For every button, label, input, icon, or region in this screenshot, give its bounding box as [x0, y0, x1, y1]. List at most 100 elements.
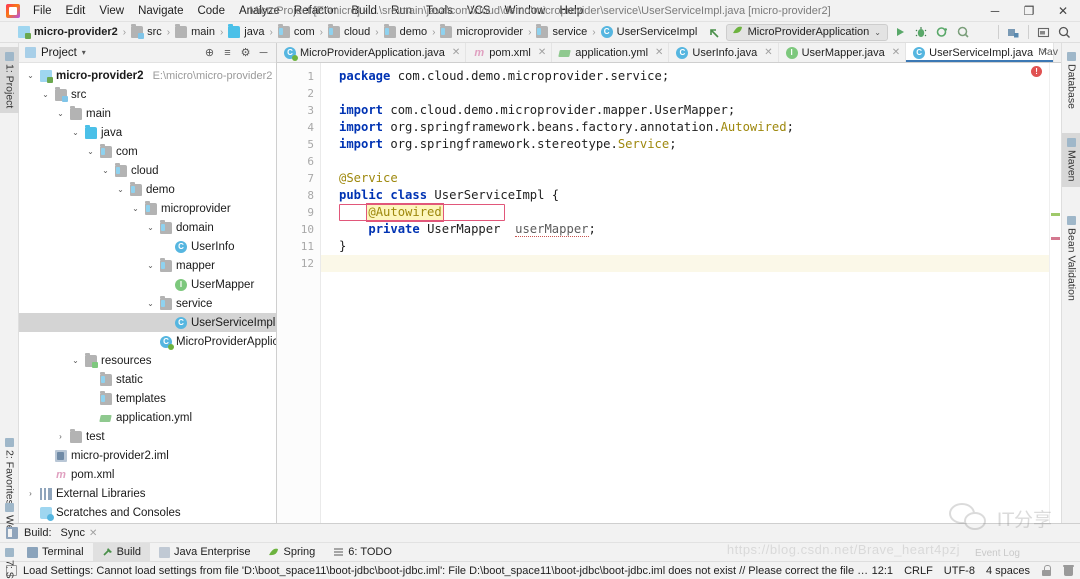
- tree-node-userinfo[interactable]: C UserInfo: [19, 237, 276, 256]
- search-everywhere-button[interactable]: [1055, 23, 1074, 42]
- tree-node-main[interactable]: ⌄ main: [19, 104, 276, 123]
- editor-tab-pom-xml[interactable]: m pom.xml ✕: [466, 43, 553, 62]
- tree-expand-arrow-icon[interactable]: ⌄: [115, 185, 126, 194]
- tool-window-tab-spring[interactable]: Spring: [259, 543, 324, 561]
- error-badge[interactable]: !: [1031, 66, 1042, 77]
- editor-tab-application-yml[interactable]: application.yml ✕: [552, 43, 670, 62]
- tree-expand-arrow-icon[interactable]: ⌄: [70, 356, 81, 365]
- breadcrumb-item-main[interactable]: main: [171, 24, 219, 38]
- tree-expand-arrow-icon[interactable]: ⌄: [145, 299, 156, 308]
- editor-tab-userserviceimpl-java[interactable]: C UserServiceImpl.java ✕: [906, 43, 1055, 62]
- run-button[interactable]: [890, 23, 909, 42]
- tool-window-tab-java-enterprise[interactable]: Java Enterprise: [150, 543, 259, 561]
- menu-item-code[interactable]: Code: [190, 2, 232, 20]
- menu-item-run[interactable]: Run: [384, 2, 419, 20]
- menu-item-help[interactable]: Help: [552, 2, 590, 20]
- tool-window-tab-build[interactable]: Build: [92, 543, 151, 561]
- minimize-button[interactable]: ─: [978, 0, 1012, 22]
- locate-icon[interactable]: ⊕: [201, 44, 218, 61]
- right-tool-tab-database[interactable]: Database: [1062, 47, 1080, 114]
- indent-setting[interactable]: 4 spaces: [986, 565, 1030, 577]
- settings-button[interactable]: [1034, 23, 1053, 42]
- close-icon[interactable]: ✕: [764, 47, 772, 58]
- tree-node-java[interactable]: ⌄ java: [19, 123, 276, 142]
- tree-expand-arrow-icon[interactable]: ⌄: [70, 128, 81, 137]
- back-arrow-icon[interactable]: [705, 23, 724, 42]
- debug-button[interactable]: [911, 23, 930, 42]
- project-panel-title-group[interactable]: Project ▾: [25, 47, 86, 59]
- right-tool-tab-maven[interactable]: Maven: [1062, 133, 1080, 187]
- menu-item-view[interactable]: View: [92, 2, 131, 20]
- tree-node-application-yml[interactable]: application.yml: [19, 408, 276, 427]
- tree-node-microproviderapplication[interactable]: CMicroProviderApplication: [19, 332, 276, 351]
- tree-expand-arrow-icon[interactable]: ⌄: [55, 109, 66, 118]
- tree-expand-arrow-icon[interactable]: ⌄: [145, 261, 156, 270]
- tree-expand-arrow-icon[interactable]: ⌄: [100, 166, 111, 175]
- tree-node-userserviceimpl[interactable]: C UserServiceImpl: [19, 313, 276, 332]
- settings-gear-icon[interactable]: ⚙: [237, 44, 254, 61]
- tree-node-resources[interactable]: ⌄ resources: [19, 351, 276, 370]
- tree-expand-arrow-icon[interactable]: ›: [25, 489, 36, 498]
- breadcrumb-item-demo[interactable]: demo: [380, 24, 432, 38]
- collapse-all-icon[interactable]: ≡: [219, 44, 236, 61]
- line-separator[interactable]: CRLF: [904, 565, 933, 577]
- menu-item-vcs[interactable]: VCS: [460, 2, 498, 20]
- editor-tab-microproviderapplication-java[interactable]: C MicroProviderApplication.java ✕: [277, 43, 467, 62]
- tree-node-service[interactable]: ⌄ service: [19, 294, 276, 313]
- breadcrumb-item-micro-provider2[interactable]: micro-provider2: [14, 26, 122, 39]
- menu-item-edit[interactable]: Edit: [59, 2, 93, 20]
- close-button[interactable]: ✕: [1046, 0, 1080, 22]
- tree-node-scratches-and-consoles[interactable]: Scratches and Consoles: [19, 503, 276, 522]
- breadcrumb-item-cloud[interactable]: cloud: [324, 24, 374, 38]
- status-message[interactable]: Load Settings: Cannot load settings from…: [23, 565, 872, 577]
- tree-node-domain[interactable]: ⌄ domain: [19, 218, 276, 237]
- breadcrumb-item-microprovider[interactable]: microprovider: [436, 24, 527, 38]
- tree-expand-arrow-icon[interactable]: ⌄: [145, 223, 156, 232]
- code-content[interactable]: ! package com.cloud.demo.microprovider.s…: [321, 63, 1049, 523]
- tree-node-micro-provider2[interactable]: ⌄ micro-provider2 E:\micro\micro-provider2: [19, 66, 276, 85]
- tool-window-tab-terminal[interactable]: Terminal: [18, 543, 93, 561]
- menu-item-window[interactable]: Window: [498, 2, 553, 20]
- profile-button[interactable]: [953, 23, 972, 42]
- close-icon[interactable]: ✕: [892, 47, 900, 58]
- run-with-coverage-button[interactable]: [932, 23, 951, 42]
- tree-node-templates[interactable]: templates: [19, 389, 276, 408]
- close-icon[interactable]: ✕: [538, 47, 546, 58]
- breadcrumb-item-java[interactable]: java: [224, 24, 268, 38]
- tree-expand-arrow-icon[interactable]: ⌄: [85, 147, 96, 156]
- tree-expand-arrow-icon[interactable]: ›: [55, 432, 66, 441]
- breadcrumb-item-service[interactable]: service: [532, 24, 591, 38]
- tree-expand-arrow-icon[interactable]: ⌄: [40, 90, 51, 99]
- menu-item-analyze[interactable]: Analyze: [232, 2, 287, 20]
- breadcrumb-item-userserviceimpl[interactable]: C UserServiceImpl: [597, 26, 702, 38]
- tree-node-mapper[interactable]: ⌄ mapper: [19, 256, 276, 275]
- tree-node-static[interactable]: static: [19, 370, 276, 389]
- breadcrumb-item-com[interactable]: com: [274, 24, 319, 38]
- analysis-marker-bar[interactable]: [1049, 63, 1061, 523]
- tree-node-demo[interactable]: ⌄ demo: [19, 180, 276, 199]
- breadcrumb-item-src[interactable]: src: [127, 24, 166, 39]
- close-icon[interactable]: ✕: [89, 528, 97, 539]
- tree-expand-arrow-icon[interactable]: ⌄: [25, 71, 36, 80]
- left-tool-tab-7-structure[interactable]: 7: Structure: [0, 543, 19, 579]
- tree-node-test[interactable]: › test: [19, 427, 276, 446]
- read-only-lock-icon[interactable]: [1041, 565, 1052, 576]
- tree-node-usermapper[interactable]: I UserMapper: [19, 275, 276, 294]
- tree-node-micro-provider2-iml[interactable]: micro-provider2.iml: [19, 446, 276, 465]
- tool-window-tab-6-todo[interactable]: 6: TODO: [324, 543, 401, 561]
- caret-position[interactable]: 12:1: [872, 565, 893, 577]
- file-encoding[interactable]: UTF-8: [944, 565, 975, 577]
- run-configuration-selector[interactable]: MicroProviderApplication ⌄: [725, 23, 888, 41]
- editor-tab-userinfo-java[interactable]: C UserInfo.java ✕: [669, 43, 779, 62]
- menu-item-refactor[interactable]: Refactor: [287, 2, 344, 20]
- stop-button[interactable]: [974, 23, 993, 42]
- tree-node-microprovider[interactable]: ⌄ microprovider: [19, 199, 276, 218]
- tree-expand-arrow-icon[interactable]: ⌄: [130, 204, 141, 213]
- close-icon[interactable]: ✕: [655, 47, 663, 58]
- menu-item-navigate[interactable]: Navigate: [131, 2, 190, 20]
- tree-node-src[interactable]: ⌄ src: [19, 85, 276, 104]
- editor-tab-usermapper-java[interactable]: I UserMapper.java ✕: [778, 43, 907, 62]
- menu-item-build[interactable]: Build: [344, 2, 384, 20]
- left-tool-tab-1-project[interactable]: 1: Project: [0, 47, 19, 114]
- menu-item-tools[interactable]: Tools: [419, 2, 460, 20]
